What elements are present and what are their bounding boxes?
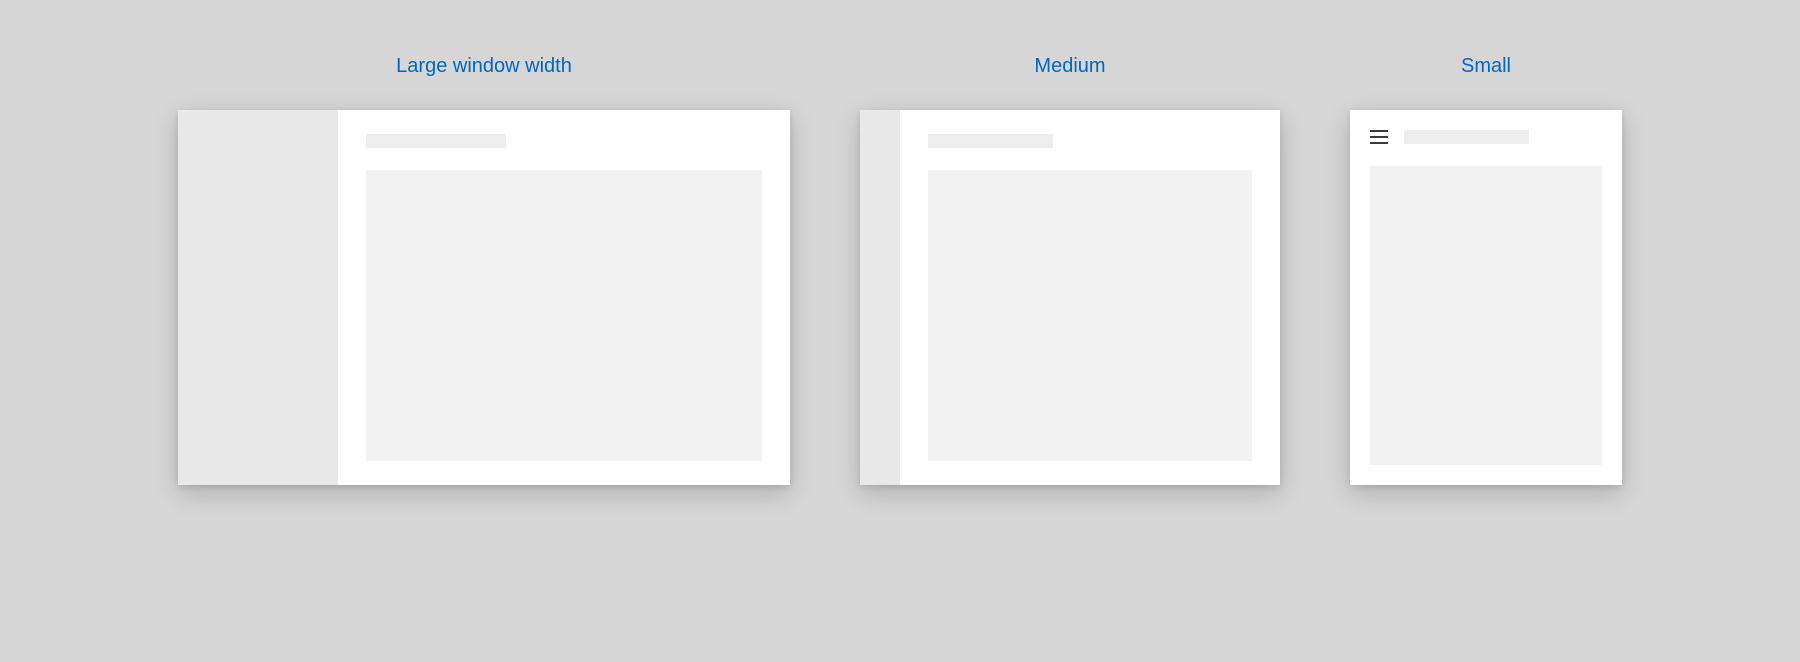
content-placeholder — [366, 170, 762, 461]
content-area-large — [338, 110, 790, 485]
variant-label-large: Large window width — [396, 55, 572, 78]
window-medium — [860, 110, 1280, 485]
variant-label-small: Small — [1461, 55, 1511, 78]
content-placeholder — [928, 170, 1252, 461]
content-area-small — [1350, 110, 1622, 485]
content-area-medium — [900, 110, 1280, 485]
nav-pane-expanded — [178, 110, 338, 485]
window-small — [1350, 110, 1622, 485]
window-large — [178, 110, 790, 485]
variant-label-medium: Medium — [1034, 55, 1105, 78]
header-row-large — [366, 134, 762, 148]
hamburger-menu-icon[interactable] — [1370, 130, 1388, 144]
title-placeholder — [366, 134, 506, 148]
nav-pane-compact — [860, 110, 900, 485]
variant-medium: Medium — [860, 55, 1280, 485]
variant-large: Large window width — [178, 55, 790, 485]
responsive-layout-diagram: Large window width Medium Small — [0, 0, 1800, 485]
variant-small: Small — [1350, 55, 1622, 485]
header-row-medium — [928, 134, 1252, 148]
title-placeholder — [928, 134, 1053, 148]
title-placeholder — [1404, 130, 1529, 144]
content-placeholder — [1370, 166, 1602, 465]
header-row-small — [1370, 130, 1602, 144]
